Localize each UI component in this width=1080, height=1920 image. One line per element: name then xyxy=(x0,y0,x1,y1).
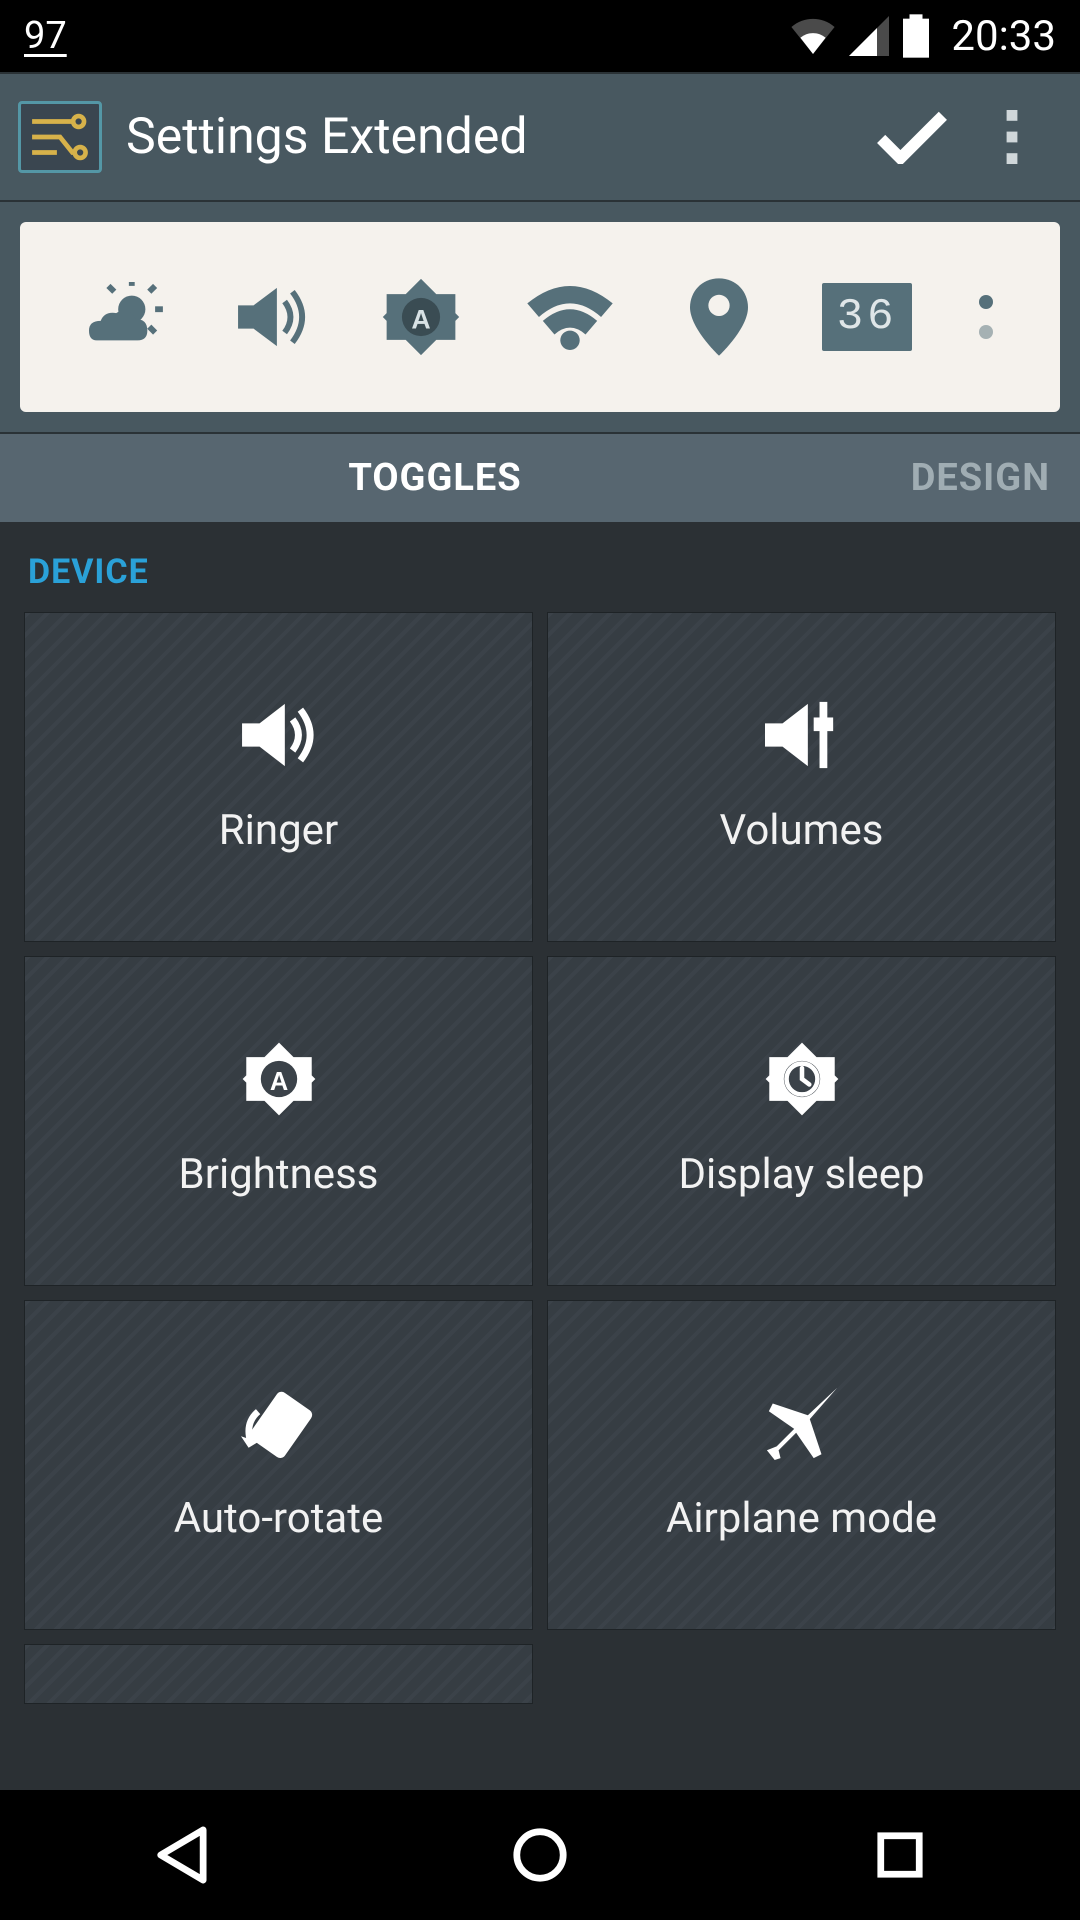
tab-design[interactable]: DESIGN xyxy=(870,456,1080,500)
home-button[interactable] xyxy=(440,1805,640,1905)
app-title: Settings Extended xyxy=(126,108,862,166)
back-button[interactable] xyxy=(80,1805,280,1905)
digit-value: 36 xyxy=(822,283,912,351)
tile-auto-rotate[interactable]: Auto-rotate xyxy=(24,1300,533,1630)
clock-digit-icon[interactable]: 36 xyxy=(817,267,917,367)
volumes-icon xyxy=(760,700,844,770)
location-icon[interactable] xyxy=(669,267,769,367)
auto-rotate-icon xyxy=(239,1388,319,1458)
app-logo-icon xyxy=(18,101,102,173)
app-bar: Settings Extended xyxy=(0,72,1080,202)
status-bar: 97 20:33 xyxy=(0,0,1080,72)
navigation-bar xyxy=(0,1790,1080,1920)
tile-peek[interactable] xyxy=(24,1644,533,1704)
auto-brightness-icon[interactable]: A xyxy=(371,267,471,367)
sound-icon[interactable] xyxy=(223,267,323,367)
cell-signal-icon xyxy=(849,16,889,56)
tile-label: Ringer xyxy=(219,806,338,855)
tile-display-sleep[interactable]: Display sleep xyxy=(547,956,1056,1286)
tile-airplane-mode[interactable]: Airplane mode xyxy=(547,1300,1056,1630)
tile-ringer[interactable]: Ringer xyxy=(24,612,533,942)
preview-strip-container: A 36 xyxy=(0,202,1080,434)
display-sleep-icon xyxy=(762,1044,842,1114)
wifi-toggle-icon[interactable] xyxy=(520,267,620,367)
tab-toggles[interactable]: TOGGLES xyxy=(0,456,870,500)
tile-label: Display sleep xyxy=(678,1150,924,1199)
tile-label: Auto-rotate xyxy=(174,1494,384,1543)
status-right: 20:33 xyxy=(791,12,1056,61)
tile-grid: Ringer Volumes A Brightness Display slee… xyxy=(24,612,1056,1704)
weather-icon[interactable] xyxy=(74,267,174,367)
status-notifications-count: 97 xyxy=(24,14,67,58)
brightness-icon: A xyxy=(239,1044,319,1114)
overflow-menu-button[interactable] xyxy=(962,87,1062,187)
tile-volumes[interactable]: Volumes xyxy=(547,612,1056,942)
tile-label: Airplane mode xyxy=(666,1494,937,1543)
section-header-device: DEVICE xyxy=(28,552,1056,592)
ringer-icon xyxy=(237,700,321,770)
status-clock: 20:33 xyxy=(951,12,1056,61)
tile-brightness[interactable]: A Brightness xyxy=(24,956,533,1286)
airplane-icon xyxy=(763,1388,841,1458)
more-dots-icon[interactable] xyxy=(966,267,1006,367)
tile-label: Brightness xyxy=(179,1150,379,1199)
main-content[interactable]: DEVICE Ringer Volumes A Brightness xyxy=(0,522,1080,1790)
recents-button[interactable] xyxy=(800,1805,1000,1905)
svg-text:A: A xyxy=(412,304,431,334)
tab-bar: TOGGLES DESIGN xyxy=(0,434,1080,522)
screen: 97 20:33 Settings Extended xyxy=(0,0,1080,1920)
tile-label: Volumes xyxy=(720,806,884,855)
wifi-icon xyxy=(791,18,835,54)
confirm-button[interactable] xyxy=(862,87,962,187)
preview-card: A 36 xyxy=(20,222,1060,412)
battery-icon xyxy=(903,14,929,58)
svg-text:A: A xyxy=(269,1067,287,1095)
